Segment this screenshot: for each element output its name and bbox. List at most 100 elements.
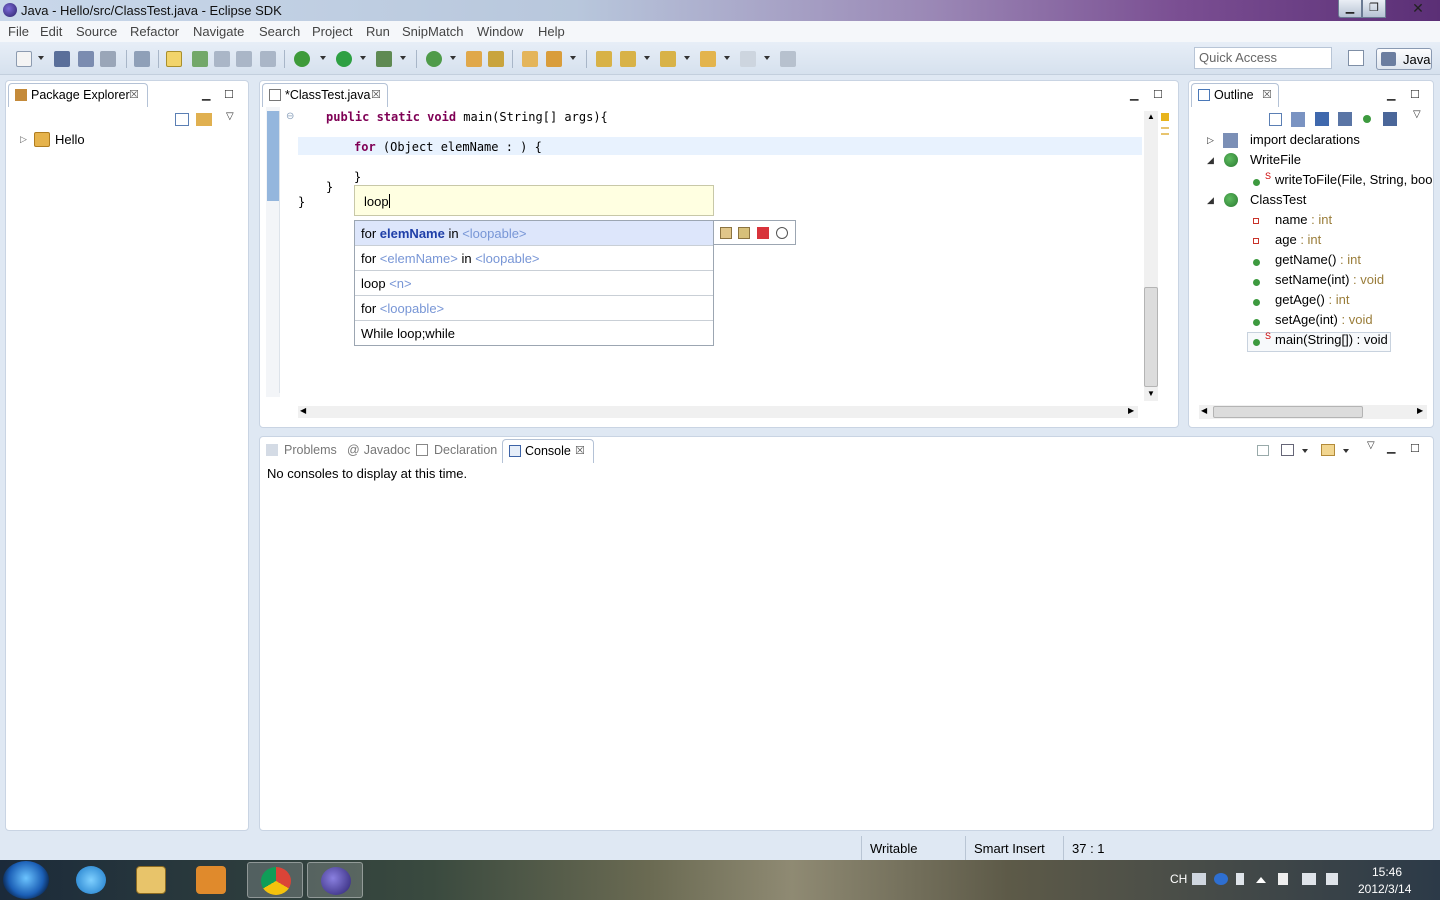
taskbar-chrome[interactable] [247, 862, 303, 898]
proposal-item[interactable]: While loop;while [355, 321, 713, 346]
show-whitespace-icon[interactable] [236, 51, 252, 67]
proposal-item[interactable]: for elemName in <loopable> [355, 221, 713, 246]
menu-project[interactable]: Project [312, 24, 352, 39]
scroll-down-icon[interactable]: ▼ [1147, 389, 1155, 398]
back-icon[interactable] [700, 51, 716, 67]
open-type-icon[interactable] [522, 51, 538, 67]
search-dropdown-icon[interactable] [570, 56, 576, 60]
close-tab-icon[interactable]: ☒ [371, 88, 381, 101]
close-button[interactable]: ✕ [1400, 0, 1436, 18]
proposal-item[interactable]: for <loopable> [355, 296, 713, 321]
outline-item-getname[interactable]: getName() : int [1189, 252, 1433, 272]
scroll-right-icon[interactable]: ▶ [1128, 406, 1134, 415]
taskbar-ie[interactable] [63, 862, 119, 898]
debug-icon[interactable] [294, 51, 310, 67]
run-dropdown-icon[interactable] [360, 56, 366, 60]
collapse-arrow-icon[interactable]: ◢ [1207, 195, 1214, 206]
taskbar-eclipse[interactable] [307, 862, 363, 898]
collapse-all-icon[interactable] [1269, 113, 1282, 126]
menu-help[interactable]: Help [538, 24, 565, 39]
quick-access-input[interactable]: Quick Access [1194, 47, 1332, 69]
keyboard-icon[interactable] [1192, 873, 1206, 885]
build-icon[interactable] [134, 51, 150, 67]
outline-item-setage[interactable]: setAge(int) : void [1189, 312, 1433, 332]
content-assist-filter[interactable]: loop [354, 185, 714, 216]
open-perspective-icon[interactable] [1348, 50, 1364, 66]
scroll-up-icon[interactable]: ▲ [1147, 112, 1155, 121]
collapse-all-icon[interactable] [175, 113, 189, 126]
scroll-right-icon[interactable]: ▶ [1417, 406, 1423, 415]
hide-local-types-icon[interactable] [1383, 112, 1397, 126]
link-with-editor-icon[interactable] [196, 113, 212, 126]
editor-horizontal-scrollbar[interactable]: ◀ ▶ [298, 406, 1138, 418]
menu-window[interactable]: Window [477, 24, 523, 39]
start-button[interactable] [3, 861, 49, 899]
action-center-icon[interactable] [1278, 873, 1288, 885]
maximize-view-icon[interactable]: ☐ [224, 88, 234, 101]
pin-editor-icon[interactable] [780, 51, 796, 67]
close-tab-icon[interactable]: ☒ [575, 444, 585, 457]
scrollbar-thumb[interactable] [1213, 406, 1363, 418]
flag-icon[interactable] [757, 227, 769, 239]
minimize-view-icon[interactable]: ▁ [1387, 441, 1395, 454]
previous-annotation-icon[interactable] [620, 51, 636, 67]
warning-marker-icon[interactable] [1161, 113, 1169, 121]
save-all-icon[interactable] [78, 51, 94, 67]
outline-item-name[interactable]: name : int [1189, 212, 1433, 232]
taskbar-explorer[interactable] [123, 862, 179, 898]
new-package-icon[interactable] [466, 51, 482, 67]
new-java-project-icon[interactable] [426, 51, 442, 67]
outline-horizontal-scrollbar[interactable]: ◀ ▶ [1199, 405, 1427, 419]
show-source-icon[interactable] [260, 51, 276, 67]
new-class-icon[interactable] [488, 51, 504, 67]
open-console-icon[interactable] [1321, 444, 1335, 456]
occurrence-marker[interactable] [1161, 133, 1169, 135]
block-selection-icon[interactable] [214, 51, 230, 67]
tab-package-explorer[interactable]: Package Explorer ☒ [8, 83, 148, 107]
menu-navigate[interactable]: Navigate [193, 24, 244, 39]
tab-problems[interactable]: Problems [266, 443, 337, 457]
hide-non-public-icon[interactable] [1363, 115, 1371, 123]
outline-item-age[interactable]: age : int [1189, 232, 1433, 252]
new-icon[interactable] [16, 51, 32, 67]
show-hidden-icons-icon[interactable] [1256, 877, 1266, 883]
ime-indicator[interactable]: CH [1170, 872, 1187, 886]
close-tab-icon[interactable]: ☒ [1262, 88, 1272, 101]
run-icon[interactable] [336, 51, 352, 67]
collapse-arrow-icon[interactable]: ◢ [1207, 155, 1214, 166]
new-dropdown-icon[interactable] [38, 56, 44, 60]
menu-refactor[interactable]: Refactor [130, 24, 179, 39]
outline-item-classtest[interactable]: ◢ ClassTest [1189, 192, 1433, 212]
tree-item-hello[interactable]: Hello [55, 132, 85, 147]
close-tab-icon[interactable]: ☒ [129, 88, 139, 101]
scroll-left-icon[interactable]: ◀ [1201, 406, 1207, 415]
maximize-view-icon[interactable]: ☐ [1410, 442, 1420, 455]
occurrence-marker[interactable] [1161, 127, 1169, 129]
help-icon[interactable] [1214, 873, 1228, 885]
clock-time[interactable]: 15:46 [1372, 865, 1402, 879]
content-assist-list[interactable]: for elemName in <loopable> for <elemName… [354, 220, 714, 346]
external-tools-icon[interactable] [376, 51, 392, 67]
view-menu-icon[interactable]: ▽ [226, 111, 234, 122]
view-menu-icon[interactable]: ▽ [1413, 109, 1421, 120]
taskbar-media-player[interactable] [183, 862, 239, 898]
menu-file[interactable]: File [8, 24, 29, 39]
template-icon[interactable] [720, 227, 732, 239]
outline-item-writefile[interactable]: ◢ WriteFile [1189, 152, 1433, 172]
outline-item-getage[interactable]: getAge() : int [1189, 292, 1433, 312]
tab-outline[interactable]: Outline ☒ [1191, 83, 1279, 107]
search-icon[interactable] [546, 51, 562, 67]
new-project-dropdown-icon[interactable] [450, 56, 456, 60]
tab-console[interactable]: Console ☒ [502, 439, 594, 463]
tab-javadoc[interactable]: @ Javadoc [347, 443, 410, 457]
last-edit-dropdown-icon[interactable] [684, 56, 690, 60]
scroll-left-icon[interactable]: ◀ [300, 406, 306, 415]
hide-fields-icon[interactable] [1315, 112, 1329, 126]
tab-declaration[interactable]: Declaration [416, 443, 497, 457]
minimize-button[interactable]: ▁ [1338, 0, 1362, 18]
java-perspective-button[interactable]: Java [1376, 48, 1432, 70]
outline-item-writetofile[interactable]: S writeToFile(File, String, boo [1189, 171, 1433, 192]
proposal-item[interactable]: for <elemName> in <loopable> [355, 246, 713, 271]
minimize-editor-icon[interactable]: ▁ [1130, 88, 1138, 101]
external-tools-dropdown-icon[interactable] [400, 56, 406, 60]
